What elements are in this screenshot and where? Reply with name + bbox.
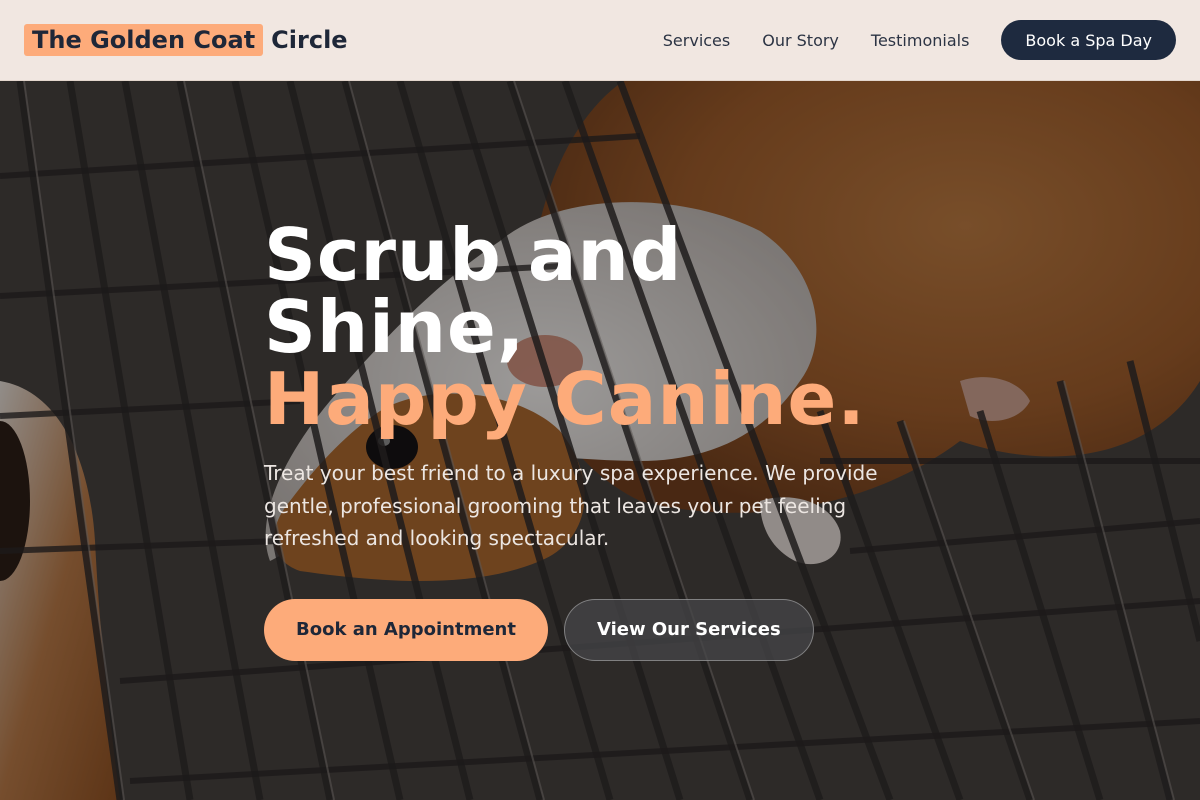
main-nav: Services Our Story Testimonials Book a S… <box>663 20 1176 60</box>
brand-name-rest: Circle <box>271 26 348 54</box>
hero-actions: Book an Appointment View Our Services <box>264 598 924 661</box>
hero-content: Scrub and Shine, Happy Canine. Treat you… <box>264 219 924 661</box>
brand-highlight: The Golden Coat <box>24 24 264 56</box>
headline-line-1: Scrub and <box>264 213 683 297</box>
brand-logo[interactable]: The Golden Coat Circle <box>24 24 348 56</box>
hero-description: Treat your best friend to a luxury spa e… <box>264 461 878 550</box>
book-spa-day-button[interactable]: Book a Spa Day <box>1001 20 1176 60</box>
book-appointment-button[interactable]: Book an Appointment <box>264 598 548 661</box>
nav-link-services[interactable]: Services <box>663 31 730 50</box>
hero-headline: Scrub and Shine, Happy Canine. <box>264 219 924 435</box>
site-header: The Golden Coat Circle Services Our Stor… <box>0 0 1200 81</box>
headline-accent: Happy Canine. <box>264 357 866 441</box>
headline-line-2: Shine, <box>264 285 526 369</box>
view-services-button[interactable]: View Our Services <box>563 598 814 661</box>
nav-link-testimonials[interactable]: Testimonials <box>871 31 970 50</box>
nav-link-our-story[interactable]: Our Story <box>762 31 839 50</box>
hero-section: Scrub and Shine, Happy Canine. Treat you… <box>0 81 1200 800</box>
